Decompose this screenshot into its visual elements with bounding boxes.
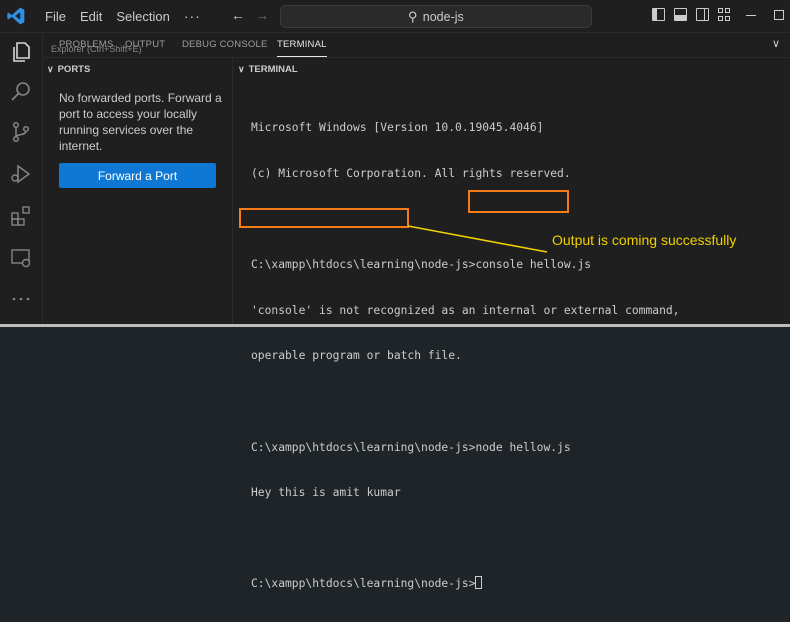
navigation-arrows: ← →	[231, 7, 269, 23]
terminal-prompt: C:\xampp\htdocs\learning\node-js>	[251, 577, 476, 591]
source-control-icon[interactable]	[9, 120, 33, 144]
forward-port-button[interactable]: Forward a Port	[59, 163, 216, 188]
tab-terminal[interactable]: TERMINAL	[277, 39, 327, 57]
terminal-prompt-line: C:\xampp\htdocs\learning\node-js>	[251, 576, 679, 591]
run-debug-icon[interactable]	[9, 162, 33, 186]
minimize-icon[interactable]	[746, 15, 756, 16]
chevron-down-icon: ∨	[47, 64, 54, 74]
search-view-icon[interactable]	[9, 80, 33, 104]
terminal-line: Microsoft Windows [Version 10.0.19045.40…	[251, 121, 544, 135]
terminal-line: C:\xampp\htdocs\learning\node-js>node he…	[251, 440, 571, 454]
back-arrow-icon[interactable]: ←	[231, 7, 245, 23]
menu-file[interactable]: File	[38, 9, 73, 24]
ports-empty-message: No forwarded ports. Forward a port to ac…	[59, 91, 222, 153]
explorer-tooltip: Explorer (Ctrl+Shift+E)	[51, 44, 142, 54]
toggle-primary-sidebar-icon[interactable]	[652, 8, 665, 21]
menu-more[interactable]: ···	[177, 8, 208, 24]
terminal-line: (c) Microsoft Corporation. All rights re…	[251, 167, 571, 180]
ports-header[interactable]: ∨ PORTS	[47, 64, 90, 75]
terminal-line: C:\xampp\htdocs\learning\node-js>console…	[251, 258, 592, 272]
command-center-search[interactable]: ⚲ node-js	[280, 5, 592, 28]
more-views-icon[interactable]	[9, 287, 33, 311]
forward-arrow-icon[interactable]: →	[255, 7, 269, 23]
menu-bar: File Edit Selection ···	[38, 0, 208, 32]
customize-layout-icon[interactable]	[718, 8, 731, 21]
title-bar: File Edit Selection ··· ← → ⚲ node-js	[0, 0, 790, 33]
terminal-header-label: TERMINAL	[248, 64, 298, 75]
layout-controls	[652, 8, 731, 21]
explorer-icon[interactable]	[9, 40, 33, 64]
terminal-header[interactable]: ∨ TERMINAL	[238, 64, 298, 75]
ports-view: ∨ PORTS No forwarded ports. Forward a po…	[43, 58, 233, 327]
remote-explorer-icon[interactable]	[9, 246, 33, 270]
toggle-secondary-sidebar-icon[interactable]	[696, 8, 709, 21]
menu-selection[interactable]: Selection	[109, 9, 176, 24]
annotation-box-command	[468, 190, 569, 213]
annotation-text: Output is coming successfully	[552, 232, 737, 248]
terminal-output[interactable]: Microsoft Windows [Version 10.0.19045.40…	[251, 90, 679, 622]
annotation-box-output	[239, 208, 409, 228]
chevron-down-icon[interactable]: ∨	[772, 37, 780, 50]
terminal-cursor	[475, 576, 483, 590]
chevron-down-icon: ∨	[238, 64, 245, 74]
vscode-logo-icon	[7, 7, 25, 25]
activity-bar	[0, 33, 43, 327]
menu-edit[interactable]: Edit	[73, 9, 109, 24]
ports-header-label: PORTS	[57, 64, 91, 75]
terminal-line: operable program or batch file.	[251, 349, 462, 363]
search-label: node-js	[422, 9, 464, 24]
tab-debug-console[interactable]: DEBUG CONSOLE	[182, 39, 267, 50]
panel-tab-bar: PROBLEMS OUTPUT DEBUG CONSOLE TERMINAL ∨	[43, 33, 790, 58]
maximize-icon[interactable]	[774, 10, 784, 20]
search-icon: ⚲	[408, 8, 418, 24]
terminal-line: Hey this is amit kumar	[251, 486, 401, 500]
toggle-panel-icon[interactable]	[674, 8, 687, 21]
extensions-icon[interactable]	[9, 204, 33, 228]
terminal-line: 'console' is not recognized as an intern…	[251, 303, 680, 317]
